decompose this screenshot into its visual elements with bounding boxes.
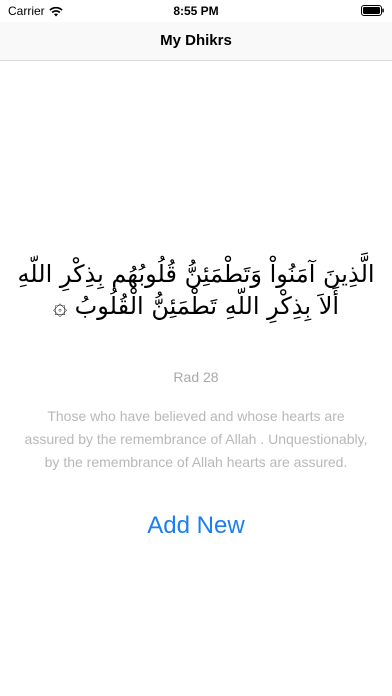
navigation-bar: My Dhikrs xyxy=(0,22,392,61)
screen: Carrier 8:55 PM My Dhikrs الَّذِينَ آمَن… xyxy=(0,0,392,696)
dhikr-reference: Rad 28 xyxy=(173,369,219,385)
add-new-button[interactable]: Add New xyxy=(0,512,392,540)
battery-icon xyxy=(361,5,384,16)
nav-title: My Dhikrs xyxy=(160,32,232,49)
dhikr-arabic-text: الَّذِينَ آمَنُواْ وَتَطْمَئِنُّ قُلُوبُ… xyxy=(17,260,375,320)
status-right xyxy=(361,5,384,19)
dhikr-translation: Those who have believed and whose hearts… xyxy=(24,408,368,470)
status-time: 8:55 PM xyxy=(173,4,219,18)
status-bar: Carrier 8:55 PM xyxy=(0,0,392,22)
